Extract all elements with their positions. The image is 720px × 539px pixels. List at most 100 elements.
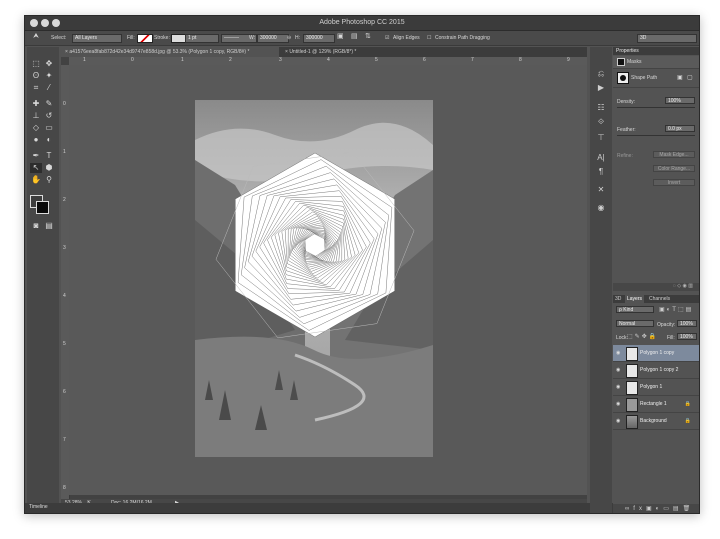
align-edges-checkbox[interactable]: ☑: [385, 34, 389, 42]
blend-mode-dropdown[interactable]: Normal: [616, 320, 654, 327]
path-alignment-icon[interactable]: ▤: [351, 33, 358, 41]
layers-panel: 3D Layers Channels ρ Kind ▣◐T⬚▤ Normal O…: [613, 295, 699, 513]
document-tabs: × a41576eea8fab872d42e34d9747e858d.jpg @…: [61, 47, 587, 57]
shape-path-label: Shape Path: [631, 75, 658, 81]
adjustments-icon[interactable]: ☷: [595, 103, 607, 113]
properties-icon[interactable]: ⊤: [595, 133, 607, 143]
character-icon[interactable]: A|: [595, 153, 607, 163]
layer-row-polygon-1-copy-2[interactable]: ◉ Polygon 1 copy 2: [613, 362, 699, 379]
doc-tab-active[interactable]: × a41576eea8fab872d42e34d9747e858d.jpg @…: [61, 47, 279, 57]
dodge-tool-icon[interactable]: ◐: [43, 135, 55, 145]
healing-brush-tool-icon[interactable]: ✚: [30, 99, 42, 109]
density-slider[interactable]: [617, 107, 695, 108]
history-brush-tool-icon[interactable]: ↺: [43, 111, 55, 121]
tool-presets-icon[interactable]: ✕: [595, 185, 607, 195]
feather-field[interactable]: 0.0 px: [665, 125, 695, 132]
path-selection-tool-icon[interactable]: ↖: [30, 163, 42, 173]
blur-tool-icon[interactable]: ●: [30, 135, 42, 145]
eraser-tool-icon[interactable]: ◇: [30, 123, 42, 133]
visibility-icon[interactable]: ◉: [683, 283, 687, 289]
hand-tool-icon[interactable]: ✋: [30, 175, 42, 185]
width-field[interactable]: 300000: [257, 34, 289, 43]
marquee-tool-icon[interactable]: ⬚: [30, 59, 42, 69]
link-icon[interactable]: ⊖: [287, 34, 291, 42]
eyedropper-tool-icon[interactable]: ⁄: [43, 83, 55, 93]
visibility-eye-icon[interactable]: ◉: [616, 350, 620, 356]
layer-filter-icons[interactable]: ▣◐T⬚▤: [659, 306, 693, 313]
zoom-tool-icon[interactable]: ⚲: [43, 175, 55, 185]
screen-mode-icon[interactable]: ▤: [43, 221, 55, 231]
stroke-width-field[interactable]: 1 pt: [185, 34, 219, 43]
visibility-eye-icon[interactable]: ◉: [616, 401, 620, 407]
layer-row-background[interactable]: ◉ Background 🔒: [613, 413, 699, 430]
lasso-tool-icon[interactable]: ʘ: [30, 71, 42, 81]
select-dropdown[interactable]: All Layers: [72, 34, 122, 43]
height-field[interactable]: 300000: [303, 34, 335, 43]
tab-3d[interactable]: 3D: [613, 295, 623, 303]
canvas-area[interactable]: [69, 65, 587, 495]
density-field[interactable]: 100%: [665, 97, 695, 104]
opacity-field[interactable]: 100%: [677, 320, 697, 327]
fill-swatch[interactable]: [137, 34, 153, 43]
masks-label: Masks: [627, 59, 642, 65]
constrain-checkbox[interactable]: ☐: [427, 34, 431, 42]
add-pixel-mask-icon[interactable]: ▣: [677, 74, 683, 81]
layer-name: Polygon 1: [640, 384, 663, 390]
pen-tool-icon[interactable]: ✒: [30, 151, 42, 161]
ruler-tick: 8: [519, 57, 522, 63]
tab-layers[interactable]: Layers: [625, 295, 645, 303]
lock-icons[interactable]: ⬚✎✥🔒: [627, 333, 658, 340]
fill-field[interactable]: 100%: [677, 333, 697, 340]
crop-tool-icon[interactable]: ⌗: [30, 83, 42, 93]
doc-tab-untitled[interactable]: × Untitled-1 @ 129% (RGB/8*) *: [281, 47, 360, 57]
layer-name: Polygon 1 copy: [640, 350, 675, 356]
workspace-dropdown[interactable]: 3D: [637, 34, 697, 43]
move-tool-icon[interactable]: ⮝: [33, 33, 39, 41]
brush-tool-icon[interactable]: ✎: [43, 99, 55, 109]
filter-kind-dropdown[interactable]: ρ Kind: [616, 306, 654, 313]
gradient-tool-icon[interactable]: ▭: [43, 123, 55, 133]
invert-button[interactable]: Invert: [653, 179, 695, 186]
delete-mask-icon[interactable]: ▥: [688, 283, 693, 289]
select-label: Select:: [51, 35, 67, 41]
layers-footer: ∞fx▣◐▭▤🗑: [613, 504, 699, 513]
visibility-eye-icon[interactable]: ◉: [616, 418, 620, 424]
tab-channels[interactable]: Channels: [647, 295, 672, 303]
layer-row-polygon-1[interactable]: ◉ Polygon 1: [613, 379, 699, 396]
3d-icon[interactable]: ◉: [595, 203, 607, 213]
visibility-eye-icon[interactable]: ◉: [616, 384, 620, 390]
path-operations-icon[interactable]: ▣: [337, 33, 344, 41]
move-tool-icon[interactable]: ✥: [43, 59, 55, 69]
ruler-tick: 2: [229, 57, 232, 63]
layer-action-icons[interactable]: ∞fx▣◐▭▤🗑: [625, 505, 694, 512]
properties-header[interactable]: Properties: [613, 47, 699, 55]
quick-mask-icon[interactable]: ◙: [30, 221, 42, 231]
timeline-tab[interactable]: Timeline: [29, 504, 48, 510]
constrain-label: Constrain Path Dragging: [435, 35, 490, 41]
layer-row-rectangle-1[interactable]: ◉ Rectangle 1 🔒: [613, 396, 699, 413]
actions-play-icon[interactable]: ▶: [595, 83, 607, 93]
magic-wand-tool-icon[interactable]: ✦: [43, 71, 55, 81]
layer-row-polygon-1-copy[interactable]: ◉ Polygon 1 copy: [613, 345, 699, 362]
mask-edge-button[interactable]: Mask Edge...: [653, 151, 695, 158]
clone-stamp-tool-icon[interactable]: ⊥: [30, 111, 42, 121]
color-range-button[interactable]: Color Range...: [653, 165, 695, 172]
load-selection-icon[interactable]: ◌: [673, 283, 676, 289]
type-tool-icon[interactable]: T: [43, 151, 55, 161]
brush-presets-icon[interactable]: ⟐: [595, 117, 607, 127]
visibility-eye-icon[interactable]: ◉: [616, 367, 620, 373]
background-color-swatch[interactable]: [36, 201, 49, 214]
ruler-tick: 0: [131, 57, 134, 63]
ruler-tick: 7: [471, 57, 474, 63]
add-vector-mask-icon[interactable]: ▢: [687, 74, 693, 81]
lock-icon: 🔒: [684, 418, 691, 424]
document-canvas[interactable]: [195, 100, 433, 457]
density-label: Density:: [617, 99, 636, 105]
shape-tool-icon[interactable]: ⬢: [43, 163, 55, 173]
apply-mask-icon[interactable]: ◇: [677, 283, 681, 289]
align-edges-label: Align Edges: [393, 35, 420, 41]
feather-slider[interactable]: [617, 135, 695, 136]
paragraph-icon[interactable]: ¶: [595, 167, 607, 177]
path-arrangement-icon[interactable]: ⇅: [365, 33, 371, 41]
history-icon[interactable]: ⎌: [595, 69, 607, 79]
